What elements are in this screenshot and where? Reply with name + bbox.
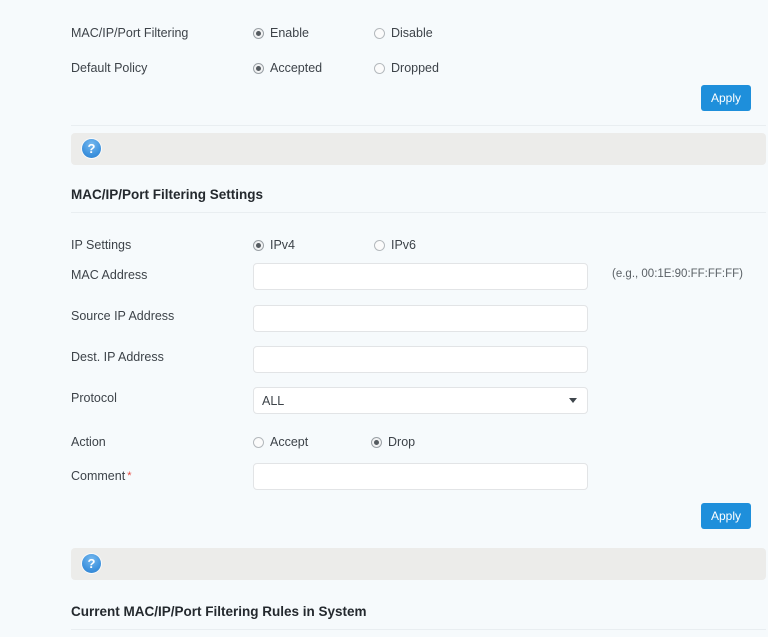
required-marker: * — [127, 470, 132, 482]
protocol-select[interactable]: ALL — [253, 387, 588, 414]
radio-label-ipv4: IPv4 — [270, 238, 296, 252]
source-ip-label: Source IP Address — [71, 309, 175, 323]
dest-ip-label: Dest. IP Address — [71, 350, 164, 364]
default-policy-label: Default Policy — [71, 61, 148, 75]
mac-address-input[interactable] — [253, 263, 588, 290]
apply-button-top[interactable]: Apply — [701, 85, 751, 111]
mac-address-hint: (e.g., 00:1E:90:FF:FF:FF) — [612, 268, 744, 280]
help-question-icon-2[interactable]: ? — [82, 554, 101, 573]
chevron-down-icon[interactable] — [569, 398, 577, 403]
action-label: Action — [71, 435, 106, 449]
radio-dot-ipv6[interactable] — [374, 239, 385, 251]
radio-label-enable: Enable — [270, 26, 309, 40]
radio-action-drop[interactable]: Drop — [371, 435, 415, 449]
radio-policy-dropped[interactable]: Dropped — [374, 61, 439, 75]
radio-dot-dropped[interactable] — [374, 62, 385, 74]
rules-section-title: Current MAC/IP/Port Filtering Rules in S… — [71, 604, 367, 619]
divider-top — [71, 125, 766, 126]
apply-button-settings[interactable]: Apply — [701, 503, 751, 529]
protocol-label: Protocol — [71, 391, 117, 405]
radio-ip-ipv4[interactable]: IPv4 — [253, 238, 295, 252]
radio-dot-accepted[interactable] — [253, 62, 264, 74]
radio-dot-accept[interactable] — [253, 436, 264, 448]
comment-row: Comment * — [0, 459, 768, 499]
radio-dot-ipv4[interactable] — [253, 239, 264, 251]
comment-label-text: Comment — [71, 469, 126, 483]
mac-address-label: MAC Address — [71, 268, 148, 282]
settings-section-title: MAC/IP/Port Filtering Settings — [71, 187, 264, 202]
radio-filtering-enable[interactable]: Enable — [253, 26, 309, 40]
dest-ip-input[interactable] — [253, 346, 588, 373]
dest-ip-row: Dest. IP Address — [0, 340, 768, 380]
comment-label: Comment * — [71, 468, 131, 484]
action-row: Action Accept Drop — [0, 422, 768, 462]
radio-label-accept: Accept — [270, 435, 309, 449]
source-ip-input[interactable] — [253, 305, 588, 332]
radio-dot-disable[interactable] — [374, 27, 385, 39]
divider-settings-title — [71, 212, 766, 213]
radio-dot-drop[interactable] — [371, 436, 382, 448]
radio-dot-enable[interactable] — [253, 27, 264, 39]
help-bar-settings: ? — [71, 133, 766, 165]
default-policy-row: Default Policy Accepted Dropped — [0, 45, 768, 85]
source-ip-row: Source IP Address — [0, 299, 768, 339]
protocol-selected-value: ALL — [262, 393, 285, 408]
radio-label-accepted: Accepted — [270, 61, 323, 75]
filtering-settings-page: MAC/IP/Port Filtering Enable Disable Def… — [0, 0, 768, 637]
help-bar-rules: ? — [71, 548, 766, 580]
radio-label-drop: Drop — [388, 435, 416, 449]
mac-address-row: MAC Address (e.g., 00:1E:90:FF:FF:FF) — [0, 258, 768, 298]
mac-ip-port-filtering-row: MAC/IP/Port Filtering Enable Disable — [0, 10, 768, 50]
right-white-margin — [768, 0, 780, 637]
comment-input[interactable] — [253, 463, 588, 490]
ip-settings-label: IP Settings — [71, 238, 132, 252]
radio-label-ipv6: IPv6 — [391, 238, 417, 252]
radio-label-dropped: Dropped — [391, 61, 439, 75]
protocol-row: Protocol ALL — [0, 381, 768, 421]
radio-policy-accepted[interactable]: Accepted — [253, 61, 322, 75]
radio-label-disable: Disable — [391, 26, 433, 40]
divider-rules-title — [71, 629, 766, 630]
radio-action-accept[interactable]: Accept — [253, 435, 308, 449]
mac-ip-port-filtering-label: MAC/IP/Port Filtering — [71, 26, 189, 40]
radio-ip-ipv6[interactable]: IPv6 — [374, 238, 416, 252]
help-question-icon[interactable]: ? — [82, 139, 101, 158]
radio-filtering-disable[interactable]: Disable — [374, 26, 433, 40]
